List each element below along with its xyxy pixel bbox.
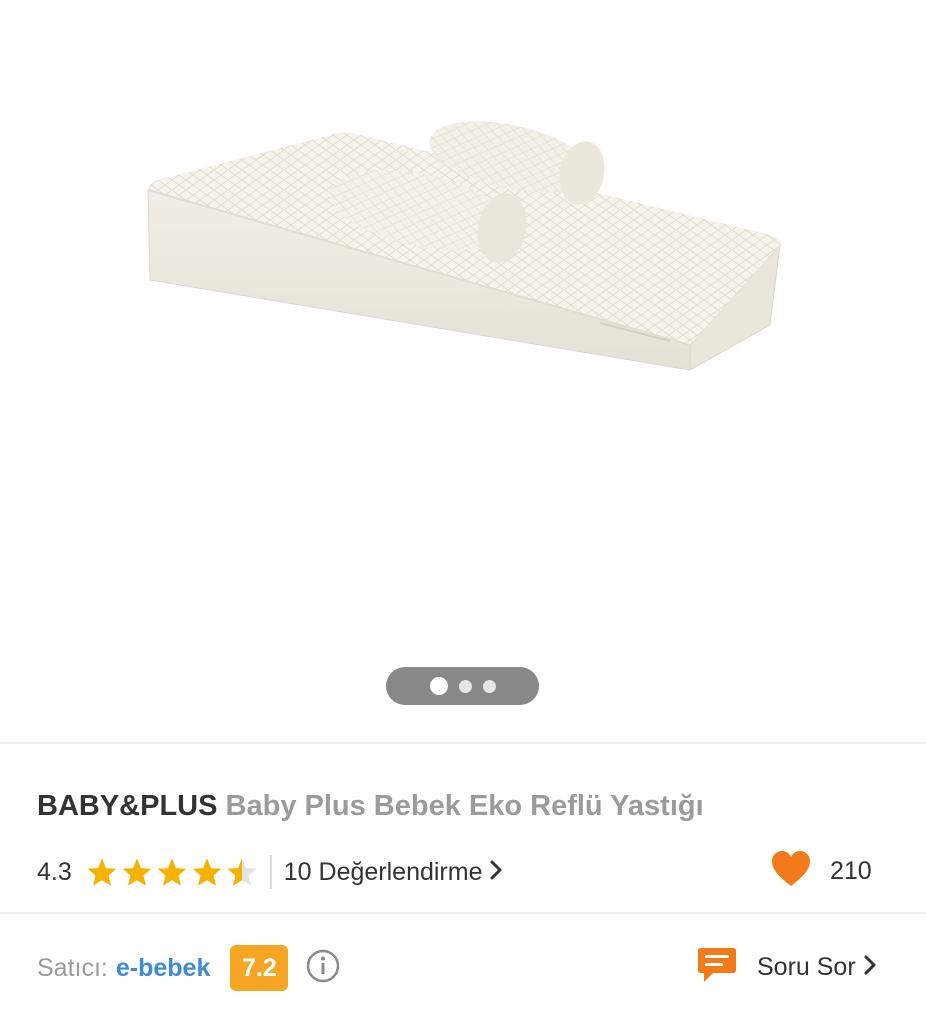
product-image[interactable] bbox=[130, 95, 800, 385]
favorite-button[interactable]: 210 bbox=[770, 848, 872, 894]
pager-dot-3[interactable] bbox=[482, 679, 496, 693]
product-brand[interactable]: BABY&PLUS bbox=[37, 790, 217, 822]
favorite-count: 210 bbox=[830, 856, 872, 885]
divider bbox=[0, 912, 926, 914]
product-gallery[interactable] bbox=[0, 0, 926, 742]
star-icon bbox=[156, 857, 188, 887]
pager-dot-1[interactable] bbox=[429, 677, 448, 695]
image-pager[interactable] bbox=[386, 667, 539, 705]
reviews-label: 10 Değerlendirme bbox=[283, 857, 483, 886]
ask-question-label: Soru Sor bbox=[757, 952, 856, 981]
rating-row: 4.3 10 Değerlendirme bbox=[37, 850, 502, 894]
divider bbox=[0, 742, 926, 744]
heart-icon bbox=[770, 850, 812, 893]
chevron-right-icon bbox=[864, 955, 876, 980]
chevron-right-icon bbox=[490, 858, 502, 887]
info-icon[interactable] bbox=[306, 949, 340, 988]
separator bbox=[269, 855, 272, 889]
product-name: Baby Plus Bebek Eko Reflü Yastığı bbox=[225, 790, 704, 822]
pager-dot-2[interactable] bbox=[458, 679, 472, 693]
reviews-link[interactable]: 10 Değerlendirme bbox=[284, 858, 503, 887]
star-icon bbox=[121, 857, 153, 887]
product-title: BABY&PLUS Baby Plus Bebek Eko Reflü Yast… bbox=[37, 788, 704, 824]
half-star-icon bbox=[226, 857, 258, 887]
star-icon bbox=[86, 857, 118, 887]
seller-label: Satıcı: bbox=[37, 953, 108, 982]
seller-row: Satıcı: e-bebek 7.2 bbox=[37, 944, 340, 992]
rating-value: 4.3 bbox=[37, 857, 72, 886]
ask-question-button[interactable]: Soru Sor bbox=[697, 944, 876, 990]
star-icon bbox=[191, 857, 223, 887]
seller-name-link[interactable]: e-bebek bbox=[116, 954, 210, 983]
star-rating bbox=[86, 857, 258, 887]
chat-bubble-icon bbox=[697, 946, 737, 989]
seller-score-badge: 7.2 bbox=[230, 945, 289, 991]
